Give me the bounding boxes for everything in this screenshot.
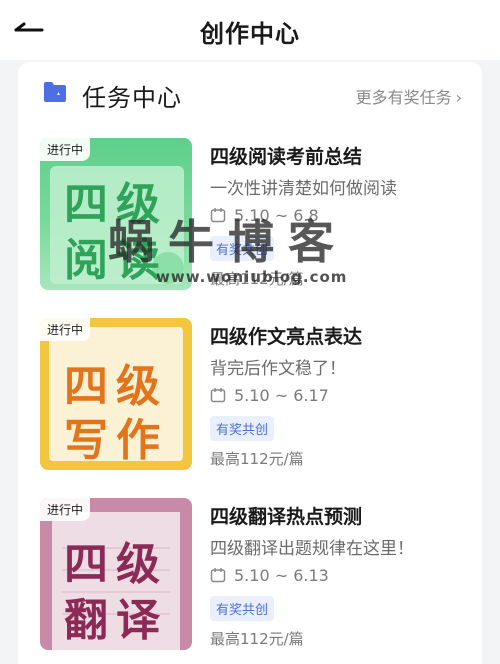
reward-amount: 最高112元/篇 — [210, 270, 304, 288]
date-text: 5.10 ~ 6.13 — [234, 566, 329, 585]
task-thumbnail: 进行中 四级 阅读 — [40, 138, 192, 290]
task-center-panel: 任务中心 更多有奖任务 › 进行中 四级 阅读 四级阅读考前总结 一次性讲清楚如何… — [18, 62, 482, 664]
reward-tag: 有奖共创 — [210, 416, 275, 441]
date-text: 5.10 ~ 6.8 — [234, 206, 319, 225]
thumbnail-line2: 写作 — [64, 415, 168, 466]
thumbnail-line2: 翻译 — [64, 595, 168, 646]
date-range: 5.10 ~ 6.8 — [210, 206, 319, 225]
section-title: 任务中心 — [82, 84, 182, 112]
status-badge: 进行中 — [40, 138, 91, 161]
reward-amount: 最高112元/篇 — [210, 450, 304, 468]
task-card[interactable]: 进行中 四级 写作 四级作文亮点表达 背完后作文稳了！ 5.10 ~ 6.17 … — [40, 318, 470, 478]
task-thumbnail: 进行中 四级 写作 — [40, 318, 192, 470]
date-range: 5.10 ~ 6.17 — [210, 386, 329, 405]
calendar-icon — [210, 208, 226, 223]
thumbnail-line2: 阅读 — [64, 235, 168, 286]
task-description: 一次性讲清楚如何做阅读 — [210, 179, 397, 199]
section-header: 任务中心 更多有奖任务 › — [18, 62, 482, 122]
calendar-icon — [210, 388, 226, 403]
task-card[interactable]: 进行中 四级 阅读 四级阅读考前总结 一次性讲清楚如何做阅读 5.10 ~ 6.… — [40, 138, 470, 298]
reward-tag: 有奖共创 — [210, 596, 275, 621]
more-tasks-label: 更多有奖任务 — [355, 88, 452, 107]
task-description: 四级翻译出题规律在这里！ — [210, 539, 414, 559]
date-text: 5.10 ~ 6.17 — [234, 386, 329, 405]
more-tasks-link[interactable]: 更多有奖任务 › — [356, 84, 462, 108]
top-bar: 创作中心 — [0, 0, 500, 60]
folder-icon — [44, 82, 66, 102]
page-title: 创作中心 — [200, 20, 300, 48]
thumbnail-line1: 四级 — [64, 179, 168, 230]
task-title: 四级阅读考前总结 — [210, 146, 363, 168]
reward-tag: 有奖共创 — [210, 236, 275, 261]
task-title: 四级作文亮点表达 — [210, 326, 363, 348]
task-description: 背完后作文稳了！ — [210, 359, 346, 379]
task-card[interactable]: 进行中 四级 翻译 四级翻译热点预测 四级翻译出题规律在这里！ 5.10 ~ 6… — [40, 498, 470, 658]
reward-amount: 最高112元/篇 — [210, 630, 304, 648]
date-range: 5.10 ~ 6.13 — [210, 566, 329, 585]
status-badge: 进行中 — [40, 318, 91, 341]
thumbnail-line1: 四级 — [64, 539, 168, 590]
task-thumbnail: 进行中 四级 翻译 — [40, 498, 192, 650]
calendar-icon — [210, 568, 226, 583]
chevron-right-icon: › — [455, 88, 462, 107]
status-badge: 进行中 — [40, 498, 91, 521]
task-title: 四级翻译热点预测 — [210, 506, 363, 528]
